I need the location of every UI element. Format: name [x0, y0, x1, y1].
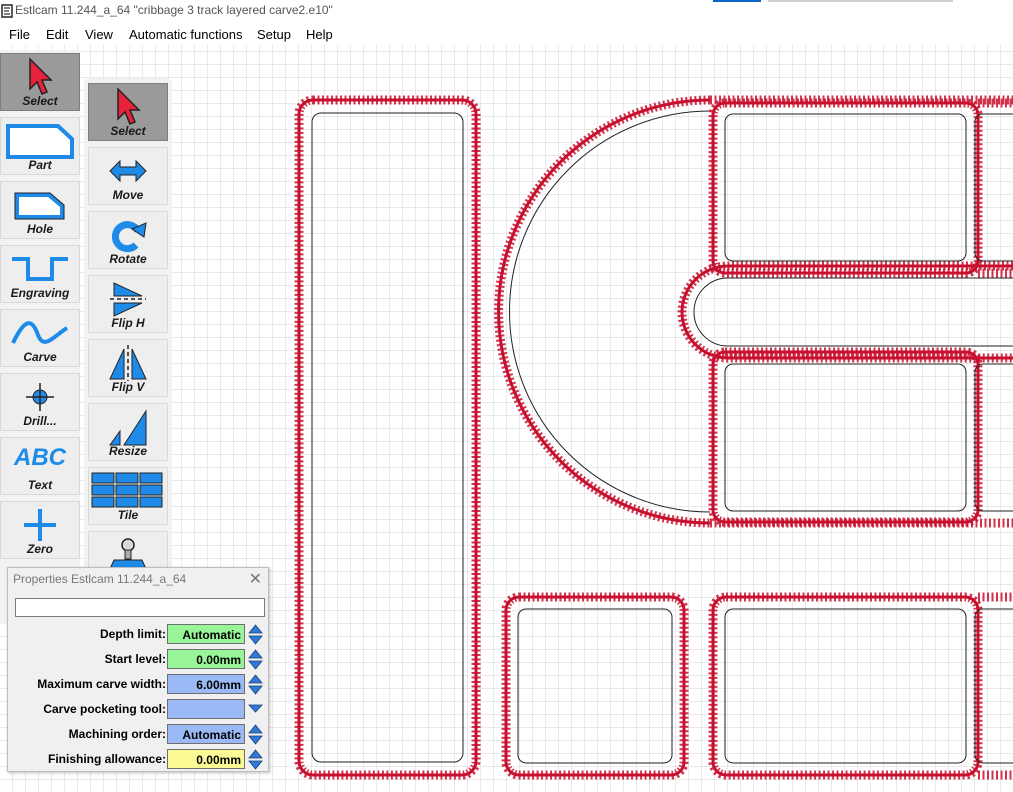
- tool-flip-h[interactable]: Flip H: [88, 275, 168, 333]
- tool-select-label: Select: [22, 94, 58, 108]
- tool-carve[interactable]: Carve: [0, 309, 80, 367]
- properties-panel: Properties Estlcam 11.244_a_64 ✕ Depth l…: [7, 567, 269, 772]
- tool-resize-label: Resize: [108, 444, 148, 458]
- close-icon[interactable]: ✕: [249, 569, 262, 589]
- resize-icon: [109, 409, 147, 446]
- titlebar-accent: [713, 0, 761, 2]
- drill-crosshair-icon: [26, 383, 54, 411]
- tool-carve-label: Carve: [23, 350, 57, 364]
- tool-flip-v-label: Flip V: [111, 380, 145, 394]
- tool-zero-label: Zero: [26, 542, 53, 556]
- tool-tile-label: Tile: [117, 508, 139, 522]
- tool-select-secondary-label: Select: [110, 124, 146, 138]
- flip-horizontal-icon: [110, 282, 146, 317]
- tool-select-secondary[interactable]: Select: [88, 83, 168, 141]
- property-label: Depth limit:: [100, 627, 166, 641]
- part-outline-icon: [6, 124, 74, 159]
- property-finishing-allowance: Finishing allowance: 0.00mm: [8, 749, 270, 771]
- tool-select[interactable]: Select: [0, 53, 80, 111]
- tool-hole[interactable]: Hole: [0, 181, 80, 239]
- tool-flip-v[interactable]: Flip V: [88, 339, 168, 397]
- tool-rotate-label: Rotate: [109, 252, 147, 266]
- text-abc-icon: ABC: [14, 444, 66, 471]
- tool-move[interactable]: Move: [88, 147, 168, 205]
- menu-help[interactable]: Help: [306, 27, 333, 42]
- tool-text[interactable]: ABC Text: [0, 437, 80, 495]
- property-label: Start level:: [104, 652, 166, 666]
- menu-edit[interactable]: Edit: [46, 27, 68, 42]
- tool-rotate[interactable]: Rotate: [88, 211, 168, 269]
- property-label: Finishing allowance:: [47, 752, 166, 766]
- depth-limit-field[interactable]: Automatic: [167, 624, 245, 644]
- tool-engraving-label: Engraving: [10, 286, 70, 300]
- carve-icon: [11, 321, 69, 344]
- tool-resize[interactable]: Resize: [88, 403, 168, 461]
- spin-updown-icon[interactable]: [248, 649, 263, 670]
- machining-order-field[interactable]: Automatic: [167, 724, 245, 744]
- engraving-icon: [12, 257, 68, 281]
- spin-updown-icon[interactable]: [248, 624, 263, 645]
- transform-toolbar: Select Move Rotate Flip H Flip V Resize …: [84, 78, 172, 589]
- tool-drill[interactable]: Drill...: [0, 373, 80, 431]
- properties-title: Properties Estlcam 11.244_a_64: [13, 572, 187, 586]
- tool-engraving[interactable]: Engraving: [0, 245, 80, 303]
- properties-name-input[interactable]: [15, 598, 265, 617]
- menu-view[interactable]: View: [85, 27, 113, 42]
- left-toolbar: Select Part Hole Engraving Carve Drill..…: [0, 50, 80, 624]
- carve-pocketing-tool-select[interactable]: [167, 699, 245, 719]
- zero-plus-icon: [24, 509, 56, 541]
- menu-automatic-functions[interactable]: Automatic functions: [129, 27, 242, 42]
- window-title: Estlcam 11.244_a_64 "cribbage 3 track la…: [15, 3, 333, 17]
- menu-file[interactable]: File: [9, 27, 30, 42]
- spin-updown-icon[interactable]: [248, 724, 263, 745]
- tool-tile[interactable]: Tile: [88, 467, 168, 525]
- tool-move-label: Move: [112, 188, 144, 202]
- property-max-carve-width: Maximum carve width: 6.00mm: [8, 674, 270, 696]
- property-label: Carve pocketing tool:: [43, 702, 166, 716]
- title-bar: Estlcam 11.244_a_64 "cribbage 3 track la…: [0, 0, 1013, 23]
- app-icon: [1, 4, 13, 18]
- tool-text-label: Text: [27, 478, 53, 492]
- tile-grid-icon: [91, 472, 163, 508]
- tool-part[interactable]: Part: [0, 117, 80, 175]
- property-depth-limit: Depth limit: Automatic: [8, 624, 270, 646]
- chevron-down-icon[interactable]: [248, 699, 263, 720]
- property-label: Maximum carve width:: [37, 677, 166, 691]
- select-arrow-icon: [117, 87, 141, 125]
- rotate-icon: [111, 221, 147, 253]
- tool-drill-label: Drill...: [23, 414, 57, 428]
- max-carve-width-field[interactable]: 6.00mm: [167, 674, 245, 694]
- tool-flip-h-label: Flip H: [111, 316, 145, 330]
- finishing-allowance-field[interactable]: 0.00mm: [167, 749, 245, 769]
- menu-setup[interactable]: Setup: [257, 27, 291, 42]
- spin-updown-icon[interactable]: [248, 749, 263, 770]
- tool-hole-label: Hole: [26, 222, 53, 236]
- tool-part-label: Part: [28, 158, 52, 172]
- select-arrow-icon: [29, 57, 53, 95]
- spin-updown-icon[interactable]: [248, 674, 263, 695]
- flip-vertical-icon: [109, 345, 147, 381]
- move-arrows-icon: [109, 159, 147, 183]
- property-start-level: Start level: 0.00mm: [8, 649, 270, 671]
- start-level-field[interactable]: 0.00mm: [167, 649, 245, 669]
- property-machining-order: Machining order: Automatic: [8, 724, 270, 746]
- property-label: Machining order:: [68, 727, 166, 741]
- titlebar-strip: [768, 0, 953, 2]
- hole-outline-icon: [14, 192, 65, 220]
- menu-bar: File Edit View Automatic functions Setup…: [0, 23, 1013, 45]
- property-carve-pocketing-tool: Carve pocketing tool:: [8, 699, 270, 721]
- tool-zero[interactable]: Zero: [0, 501, 80, 559]
